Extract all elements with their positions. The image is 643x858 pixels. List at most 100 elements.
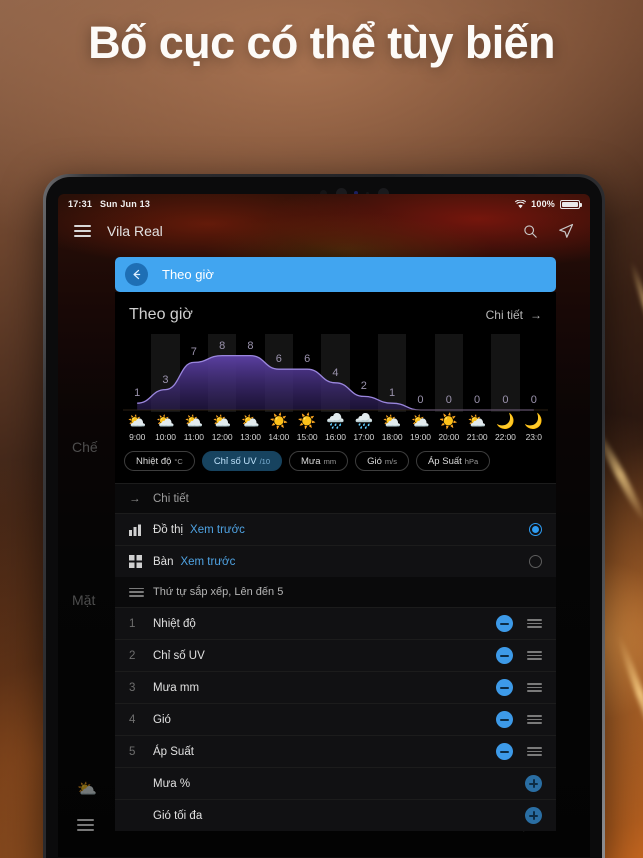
device-bezel: 17:31 Sun Jun 13 100% bbox=[46, 177, 602, 858]
chart-value-label: 8 bbox=[236, 334, 264, 412]
hourly-chart-card: Theo giờ Chi tiết → bbox=[115, 292, 556, 483]
minus-circle-icon[interactable] bbox=[496, 743, 513, 760]
available-item-label: Gió tối đa bbox=[153, 810, 202, 822]
metric-chip-3[interactable]: Gióm/s bbox=[355, 451, 409, 471]
hamburger-menu-icon[interactable] bbox=[74, 225, 91, 237]
sort-item-row[interactable]: 4 Gió bbox=[115, 703, 556, 735]
preview-link[interactable]: Xem trước bbox=[180, 556, 235, 568]
detail-option-table[interactable]: Bàn Xem trước bbox=[115, 545, 556, 577]
available-item-row[interactable]: Mưa % bbox=[115, 767, 556, 799]
chip-unit: /10 bbox=[260, 457, 270, 466]
minus-circle-icon[interactable] bbox=[496, 647, 513, 664]
hour-cell: ⛅19:00 bbox=[406, 412, 434, 442]
sort-item-index: 4 bbox=[129, 714, 153, 726]
radio-graph[interactable] bbox=[529, 523, 542, 536]
background-streak bbox=[614, 632, 643, 757]
chip-label: Áp Suất bbox=[428, 456, 462, 467]
radio-table[interactable] bbox=[529, 555, 542, 568]
drag-handle-icon[interactable] bbox=[527, 747, 542, 756]
chart-value-label: 1 bbox=[123, 334, 151, 412]
partly-sunny-icon: ⛅ bbox=[151, 412, 179, 432]
available-item-row[interactable]: Gió tối đa bbox=[115, 799, 556, 831]
sort-section-header: Thứ tự sắp xếp, Lên đến 5 bbox=[115, 577, 556, 607]
detail-option-label: Bàn bbox=[153, 556, 173, 568]
metric-chip-0[interactable]: Nhiệt độ°C bbox=[124, 451, 195, 471]
list-icon[interactable] bbox=[77, 819, 94, 831]
minus-circle-icon[interactable] bbox=[496, 615, 513, 632]
sort-item-label: Chỉ số UV bbox=[153, 650, 205, 662]
chart-value-label: 4 bbox=[321, 334, 349, 412]
sunny-icon: ☀️ bbox=[435, 412, 463, 432]
hour-label: 13:00 bbox=[236, 432, 264, 442]
plus-circle-icon[interactable] bbox=[525, 807, 542, 824]
partly-sunny-icon: ⛅ bbox=[463, 412, 491, 432]
app-top-bar: Vila Real bbox=[58, 214, 590, 248]
hour-label: 18:00 bbox=[378, 432, 406, 442]
sort-item-list: 1 Nhiệt độ 2 Chỉ số UV 3 Mưa mm 4 Gió 5 … bbox=[115, 607, 556, 767]
device-screen: 17:31 Sun Jun 13 100% bbox=[58, 194, 590, 857]
preview-link[interactable]: Xem trước bbox=[190, 524, 245, 536]
chip-unit: °C bbox=[174, 457, 182, 466]
sort-item-index: 5 bbox=[129, 746, 153, 758]
moon-icon: 🌙 bbox=[520, 412, 548, 432]
hour-label: 22:00 bbox=[491, 432, 519, 442]
hour-label: 12:00 bbox=[208, 432, 236, 442]
chip-label: Chỉ số UV bbox=[214, 456, 257, 467]
settings-list: → Chi tiết Đồ thị bbox=[115, 483, 556, 831]
plus-circle-icon[interactable] bbox=[525, 775, 542, 792]
arrow-right-icon: → bbox=[129, 493, 153, 505]
chip-unit: hPa bbox=[465, 457, 478, 466]
metric-chip-4[interactable]: Áp SuấthPa bbox=[416, 451, 490, 471]
bar-chart-icon bbox=[129, 524, 153, 536]
partly-cloudy-icon: ⛅ bbox=[77, 779, 97, 799]
minus-circle-icon[interactable] bbox=[496, 711, 513, 728]
sort-item-row[interactable]: 5 Áp Suất bbox=[115, 735, 556, 767]
drag-handle-icon[interactable] bbox=[527, 651, 542, 660]
rain-icon: 🌧️ bbox=[321, 412, 349, 432]
chart-value-labels: 137886642100000 bbox=[123, 334, 548, 412]
sort-item-row[interactable]: 3 Mưa mm bbox=[115, 671, 556, 703]
battery-percent: 100% bbox=[531, 199, 555, 209]
hour-label: 23:0 bbox=[520, 432, 548, 442]
drag-handle-icon[interactable] bbox=[527, 619, 542, 628]
chart-value-label: 7 bbox=[180, 334, 208, 412]
metric-chip-2[interactable]: Mưamm bbox=[289, 451, 348, 471]
chart-value-label: 6 bbox=[265, 334, 293, 412]
wifi-icon bbox=[515, 200, 526, 209]
drag-handle-icon[interactable] bbox=[527, 683, 542, 692]
hour-cell: ☀️15:00 bbox=[293, 412, 321, 442]
chart-value-label: 8 bbox=[208, 334, 236, 412]
partly-sunny-icon: ⛅ bbox=[123, 412, 151, 432]
card-title: Theo giờ bbox=[129, 306, 193, 324]
partly-sunny-icon: ⛅ bbox=[236, 412, 264, 432]
hour-cell: ☀️14:00 bbox=[265, 412, 293, 442]
partly-sunny-icon: ⛅ bbox=[208, 412, 236, 432]
available-item-list: Mưa % Gió tối đa bbox=[115, 767, 556, 831]
hour-cell: 🌧️16:00 bbox=[321, 412, 349, 442]
chart-value-label: 3 bbox=[151, 334, 179, 412]
sort-item-row[interactable]: 1 Nhiệt độ bbox=[115, 607, 556, 639]
chip-unit: mm bbox=[324, 457, 337, 466]
screenshot-root: Bố cục có thể tùy biến 17:31 Sun Jun 13 bbox=[0, 0, 643, 858]
available-item-label: Mưa % bbox=[153, 778, 190, 790]
chart-value-label: 0 bbox=[463, 334, 491, 412]
card-header: Theo giờ Chi tiết → bbox=[115, 302, 556, 328]
hour-label: 16:00 bbox=[321, 432, 349, 442]
hour-cell: ⛅18:00 bbox=[378, 412, 406, 442]
hour-cell: ⛅10:00 bbox=[151, 412, 179, 442]
search-icon[interactable] bbox=[523, 224, 538, 239]
hour-cell: ⛅21:00 bbox=[463, 412, 491, 442]
drag-handle-icon[interactable] bbox=[527, 715, 542, 724]
detail-option-graph[interactable]: Đồ thị Xem trước bbox=[115, 513, 556, 545]
status-date: Sun Jun 13 bbox=[100, 199, 150, 209]
metric-chip-1[interactable]: Chỉ số UV/10 bbox=[202, 451, 282, 471]
back-arrow-icon[interactable] bbox=[125, 263, 148, 286]
partly-sunny-icon: ⛅ bbox=[406, 412, 434, 432]
uv-index-chart: 137886642100000 bbox=[123, 334, 548, 412]
minus-circle-icon[interactable] bbox=[496, 679, 513, 696]
sort-item-row[interactable]: 2 Chỉ số UV bbox=[115, 639, 556, 671]
navigation-arrow-icon[interactable] bbox=[558, 223, 574, 239]
hour-cell: 🌙22:00 bbox=[491, 412, 519, 442]
card-detail-link[interactable]: Chi tiết → bbox=[486, 308, 542, 322]
hour-label: 14:00 bbox=[265, 432, 293, 442]
